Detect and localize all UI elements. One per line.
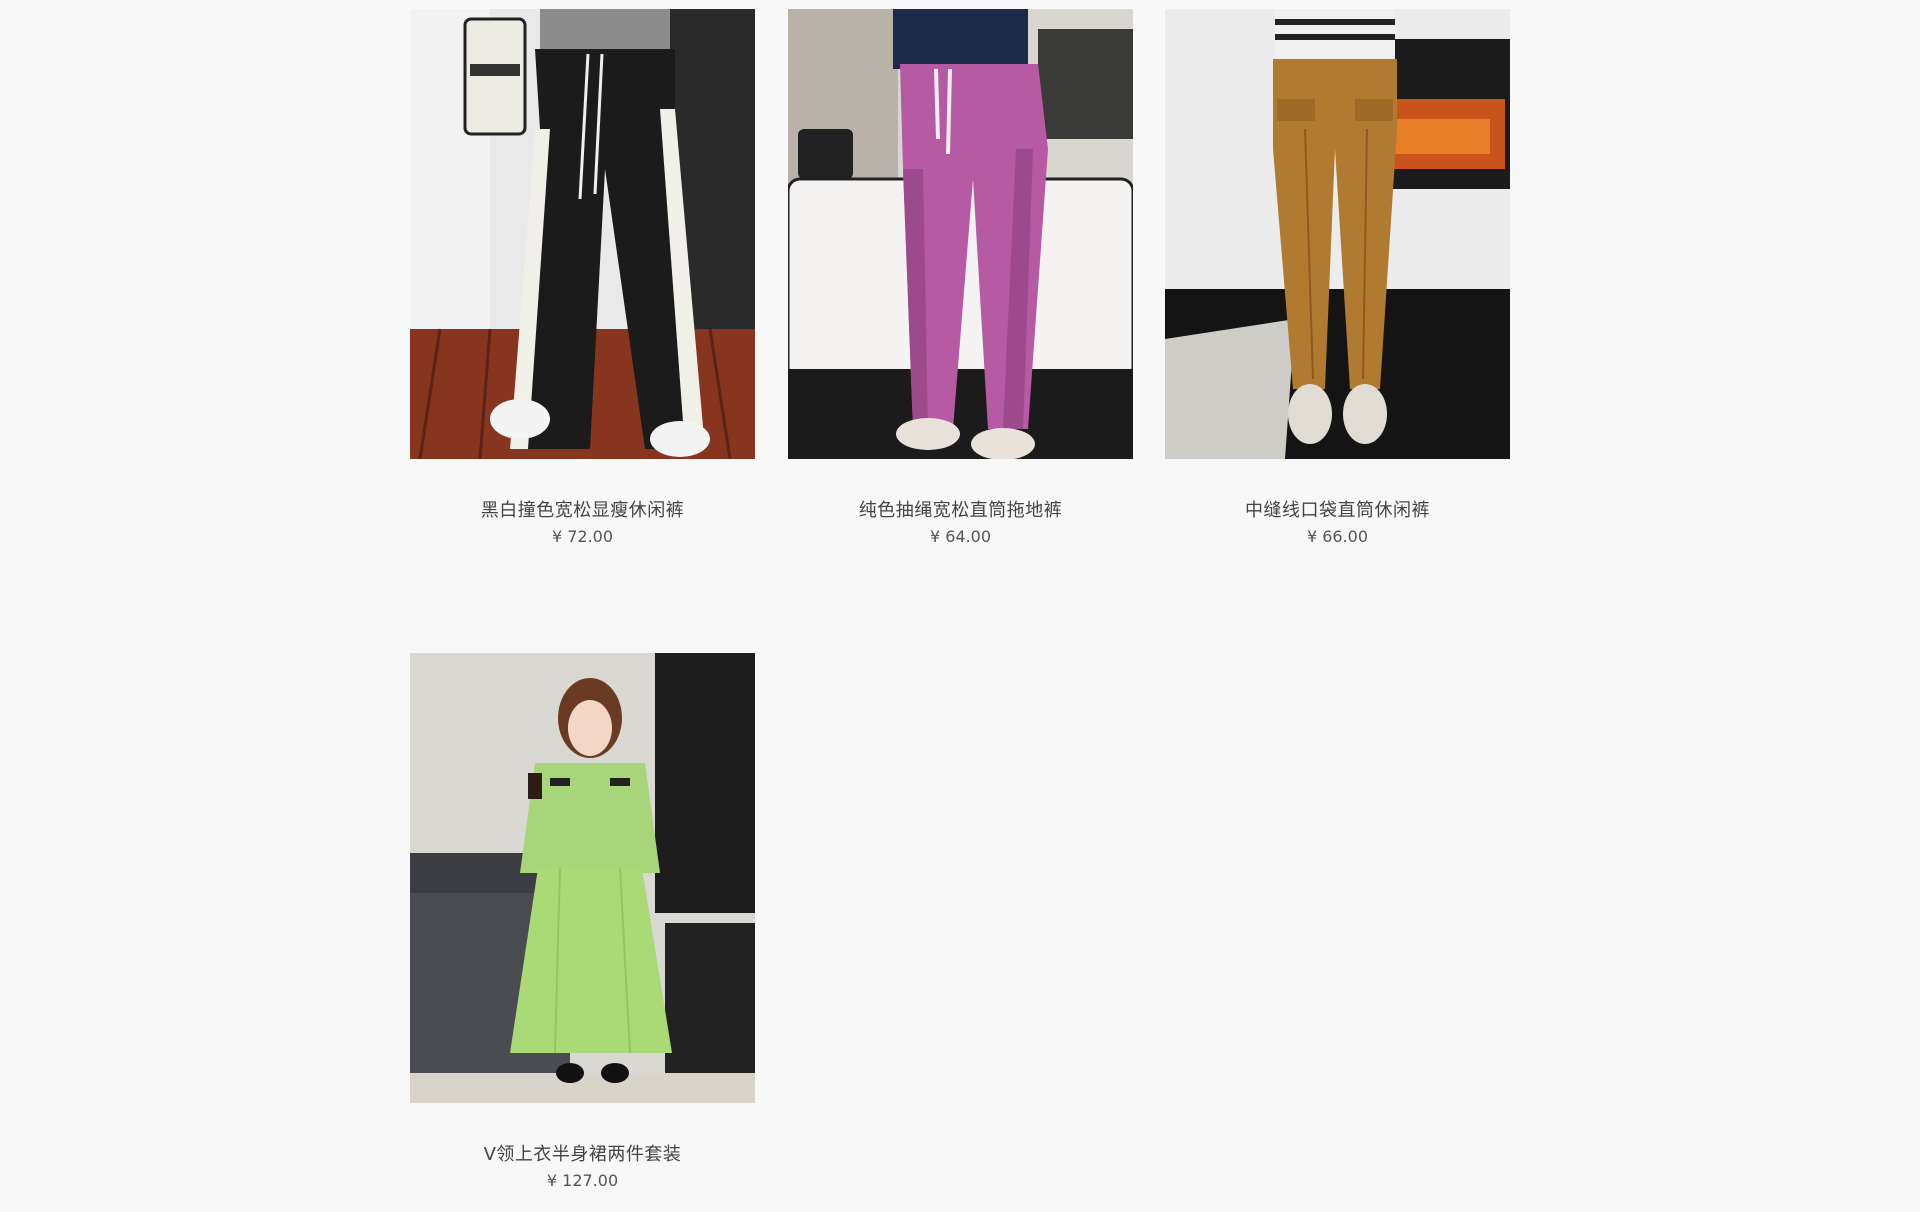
product-price: ¥ 127.00	[546, 1171, 619, 1190]
product-name[interactable]: 黑白撞色宽松显瘦休闲裤	[410, 499, 755, 523]
product-price: ¥ 66.00	[1306, 527, 1369, 546]
product-image[interactable]	[410, 9, 755, 459]
product-image[interactable]	[788, 9, 1133, 459]
product-name[interactable]: 中缝线口袋直筒休闲裤	[1165, 499, 1510, 523]
product-image[interactable]	[410, 653, 755, 1103]
product-price: ¥ 64.00	[929, 527, 992, 546]
product-price: ¥ 72.00	[551, 527, 614, 546]
product-name[interactable]: 纯色抽绳宽松直筒拖地裤	[788, 499, 1133, 523]
product-name[interactable]: V领上衣半身裙两件套装	[410, 1143, 755, 1167]
product-image[interactable]	[1165, 9, 1510, 459]
